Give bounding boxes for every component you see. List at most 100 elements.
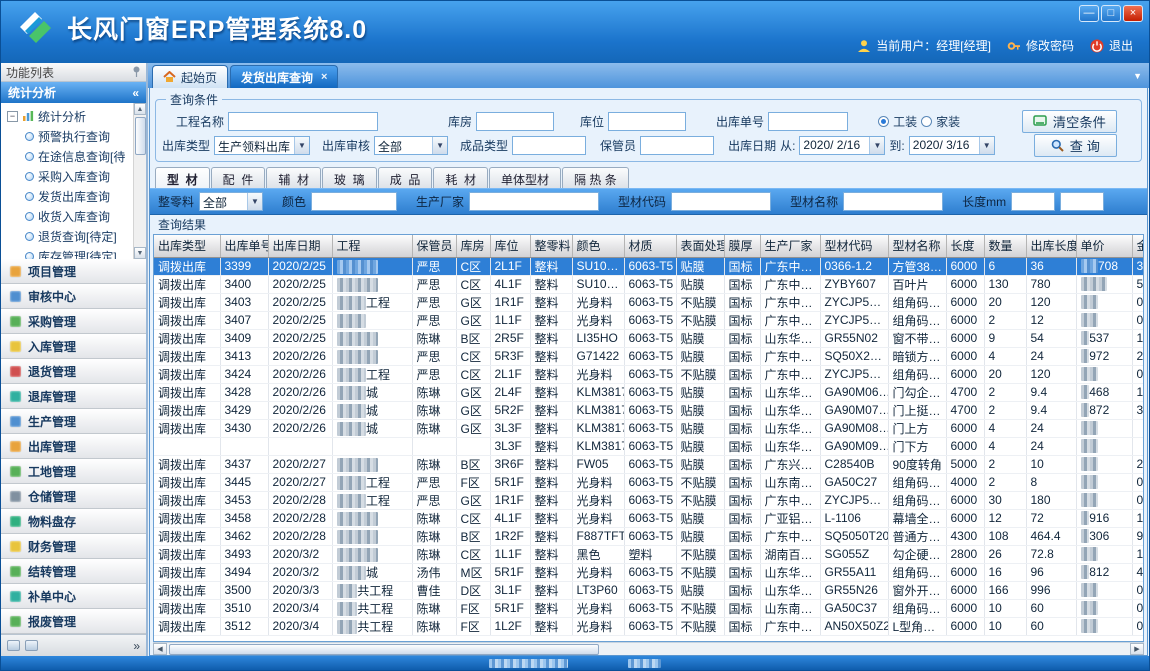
sidebar-section-审核中心[interactable]: 审核中心 bbox=[1, 284, 146, 309]
sidebar-section-退货管理[interactable]: 退货管理 bbox=[1, 359, 146, 384]
zhengling-select[interactable]: 全部 ▼ bbox=[199, 192, 263, 211]
order-no-input[interactable] bbox=[768, 112, 848, 131]
table-row[interactable]: 调拨出库34372020/2/27佛▓工▓陈琳B区3R6F整料FW056063-… bbox=[154, 455, 1144, 473]
material-tab[interactable]: 耗 材 bbox=[433, 167, 488, 188]
table-row[interactable]: 调拨出库34932020/3/2华▓原▓陈琳C区1L1F整料黑色塑料不贴膜国标湖… bbox=[154, 545, 1144, 563]
tree-item[interactable]: 收货入库查询 bbox=[7, 206, 132, 226]
column-header[interactable]: 库位 bbox=[490, 235, 530, 257]
table-row[interactable]: 调拨出库34032020/2/25工▓▓工程严思G区1R1F整料光身料6063-… bbox=[154, 293, 1144, 311]
radio-jiazhuang[interactable]: 家装 bbox=[921, 113, 960, 130]
column-header[interactable]: 颜色 bbox=[572, 235, 624, 257]
project-name-input[interactable] bbox=[228, 112, 378, 131]
tree-item[interactable]: 在途信息查询[待 bbox=[7, 146, 132, 166]
tab-list-dropdown-icon[interactable]: ▼ bbox=[1133, 71, 1142, 81]
sidebar-section-出库管理[interactable]: 出库管理 bbox=[1, 434, 146, 459]
scroll-up-icon[interactable]: ▲ bbox=[134, 103, 146, 115]
column-header[interactable]: 型材代码 bbox=[820, 235, 888, 257]
keeper-input[interactable] bbox=[640, 136, 714, 155]
material-tab[interactable]: 单体型材 bbox=[489, 167, 561, 188]
tree-item[interactable]: 退货查询[待定] bbox=[7, 226, 132, 246]
tree-item[interactable]: 预警执行查询 bbox=[7, 126, 132, 146]
column-header[interactable]: 数量 bbox=[984, 235, 1026, 257]
scroll-right-icon[interactable]: ▶ bbox=[1130, 643, 1144, 655]
color-input[interactable] bbox=[311, 192, 397, 211]
column-header[interactable]: 单价 bbox=[1076, 235, 1132, 257]
table-row[interactable]: 调拨出库34132020/2/26南▓园▓严思C区5R3F整料G71422606… bbox=[154, 347, 1144, 365]
table-row[interactable]: 调拨出库34282020/2/26石▓▓城陈琳G区2L4F整料KLM381760… bbox=[154, 383, 1144, 401]
table-row[interactable]: 调拨出库34292020/2/26石▓▓城陈琳G区5R2F整料KLM381760… bbox=[154, 401, 1144, 419]
sidebar-section-退库管理[interactable]: 退库管理 bbox=[1, 384, 146, 409]
minimize-icon[interactable]: — bbox=[1079, 5, 1099, 22]
change-password-button[interactable]: 修改密码 bbox=[1007, 37, 1074, 54]
table-row[interactable]: 调拨出库34302020/2/26石▓▓城陈琳G区3L3F整料KLM381760… bbox=[154, 419, 1144, 437]
tree-item[interactable]: 采购入库查询 bbox=[7, 166, 132, 186]
tab-close-icon[interactable]: × bbox=[321, 71, 327, 83]
tree-expander-icon[interactable]: − bbox=[7, 111, 18, 122]
radio-gongzhuang[interactable]: 工装 bbox=[878, 113, 917, 130]
tab-起始页[interactable]: 起始页 bbox=[152, 65, 228, 88]
column-header[interactable]: 出库单号 bbox=[220, 235, 268, 257]
material-tab[interactable]: 型 材 bbox=[155, 167, 210, 188]
sidebar-section-物料盘存[interactable]: 物料盘存 bbox=[1, 509, 146, 534]
table-row[interactable]: 调拨出库34622020/2/28华▓原▓陈琳B区1R2F整料F887TFT60… bbox=[154, 527, 1144, 545]
table-row[interactable]: 调拨出库34532020/2/28工▓▓工程严思G区1R1F整料光身料6063-… bbox=[154, 491, 1144, 509]
close-icon[interactable]: × bbox=[1123, 5, 1143, 22]
warehouse-input[interactable] bbox=[476, 112, 554, 131]
column-header[interactable]: 工程 bbox=[332, 235, 412, 257]
column-header[interactable]: 库房 bbox=[456, 235, 490, 257]
pin-icon[interactable] bbox=[132, 66, 141, 78]
tree-item[interactable]: 发货出库查询 bbox=[7, 186, 132, 206]
column-header[interactable]: 出库类型 bbox=[154, 235, 220, 257]
table-row[interactable]: 调拨出库35002020/3/3工▓共工程曹佳D区3L1F整料LT3P60606… bbox=[154, 581, 1144, 599]
scrollbar-thumb[interactable] bbox=[169, 644, 599, 655]
length-max-input[interactable] bbox=[1060, 192, 1104, 211]
sidebar-section-财务管理[interactable]: 财务管理 bbox=[1, 534, 146, 559]
profile-code-input[interactable] bbox=[671, 192, 771, 211]
table-row[interactable]: 调拨出库34002020/2/25华▓原▓严思C区4L1F整料SU10…6063… bbox=[154, 275, 1144, 293]
collapse-icon[interactable]: « bbox=[132, 86, 139, 100]
column-header[interactable]: 型材名称 bbox=[888, 235, 946, 257]
column-header[interactable]: 出库日期 bbox=[268, 235, 332, 257]
column-header[interactable]: 材质 bbox=[624, 235, 676, 257]
column-header[interactable]: 整零料 bbox=[530, 235, 572, 257]
location-input[interactable] bbox=[608, 112, 686, 131]
sidebar-section-仓储管理[interactable]: 仓储管理 bbox=[1, 484, 146, 509]
length-min-input[interactable] bbox=[1011, 192, 1055, 211]
table-row[interactable]: 调拨出库34942020/3/2石▓▓城汤伟M区5R1F整料光身料6063-T5… bbox=[154, 563, 1144, 581]
footer-disk-icon[interactable] bbox=[25, 640, 38, 651]
clear-conditions-button[interactable]: 清空条件 bbox=[1022, 110, 1117, 133]
table-row[interactable]: 调拨出库34452020/2/27工▓▓工程严思F区5R1F整料光身料6063-… bbox=[154, 473, 1144, 491]
search-button[interactable]: 查 询 bbox=[1034, 134, 1117, 157]
table-row[interactable]: 调拨出库35122020/3/4工▓共工程陈琳F区1L2F整料光身料6063-T… bbox=[154, 617, 1144, 635]
product-type-input[interactable] bbox=[512, 136, 586, 155]
column-header[interactable]: 膜厚 bbox=[724, 235, 760, 257]
table-row[interactable]: 调拨出库34242020/2/26工▓▓工程严思C区2L1F整料光身料6063-… bbox=[154, 365, 1144, 383]
sidebar-section-报废管理[interactable]: 报废管理 bbox=[1, 609, 146, 634]
profile-name-input[interactable] bbox=[843, 192, 943, 211]
footer-monitor-icon[interactable] bbox=[7, 640, 20, 651]
tree-item[interactable]: 库存管理[待定] bbox=[7, 246, 132, 259]
column-header[interactable]: 保管员 bbox=[412, 235, 456, 257]
sidebar-section-采购管理[interactable]: 采购管理 bbox=[1, 309, 146, 334]
material-tab[interactable]: 隔 热 条 bbox=[562, 167, 629, 188]
more-icon[interactable]: » bbox=[133, 639, 140, 653]
material-tab[interactable]: 辅 材 bbox=[266, 167, 321, 188]
column-header[interactable]: 生产厂家 bbox=[760, 235, 820, 257]
material-tab[interactable]: 成 品 bbox=[378, 167, 433, 188]
material-tab[interactable]: 玻 璃 bbox=[322, 167, 377, 188]
table-row[interactable]: 调拨出库34092020/2/25长▓园▓陈琳B区2R5F整料LI35HO606… bbox=[154, 329, 1144, 347]
sidebar-section-补单中心[interactable]: 补单中心 bbox=[1, 584, 146, 609]
tab-发货出库查询[interactable]: 发货出库查询× bbox=[230, 65, 338, 88]
table-row[interactable]: 调拨出库35102020/3/4工▓共工程陈琳F区5R1F整料光身料6063-T… bbox=[154, 599, 1144, 617]
column-header[interactable]: 表面处理 bbox=[676, 235, 724, 257]
column-header[interactable]: 长度 bbox=[946, 235, 984, 257]
logout-button[interactable]: 退出 bbox=[1090, 37, 1133, 54]
sidebar-section-结转管理[interactable]: 结转管理 bbox=[1, 559, 146, 584]
out-type-select[interactable]: 生产领料出库 ▼ bbox=[214, 136, 310, 155]
sidebar-group-header[interactable]: 统计分析 « bbox=[1, 82, 146, 103]
column-header[interactable]: 金额 bbox=[1132, 235, 1144, 257]
table-row[interactable]: 调拨出库34072020/2/25工▓▓严思G区1L1F整料光身料6063-T5… bbox=[154, 311, 1144, 329]
tree-root[interactable]: − 统计分析 bbox=[7, 106, 132, 126]
table-row[interactable]: 调拨出库33992020/2/25华▓原▓严思C区2L1F整料SU10…6063… bbox=[154, 257, 1144, 275]
tree-scrollbar[interactable]: ▲ ▼ bbox=[133, 103, 146, 259]
